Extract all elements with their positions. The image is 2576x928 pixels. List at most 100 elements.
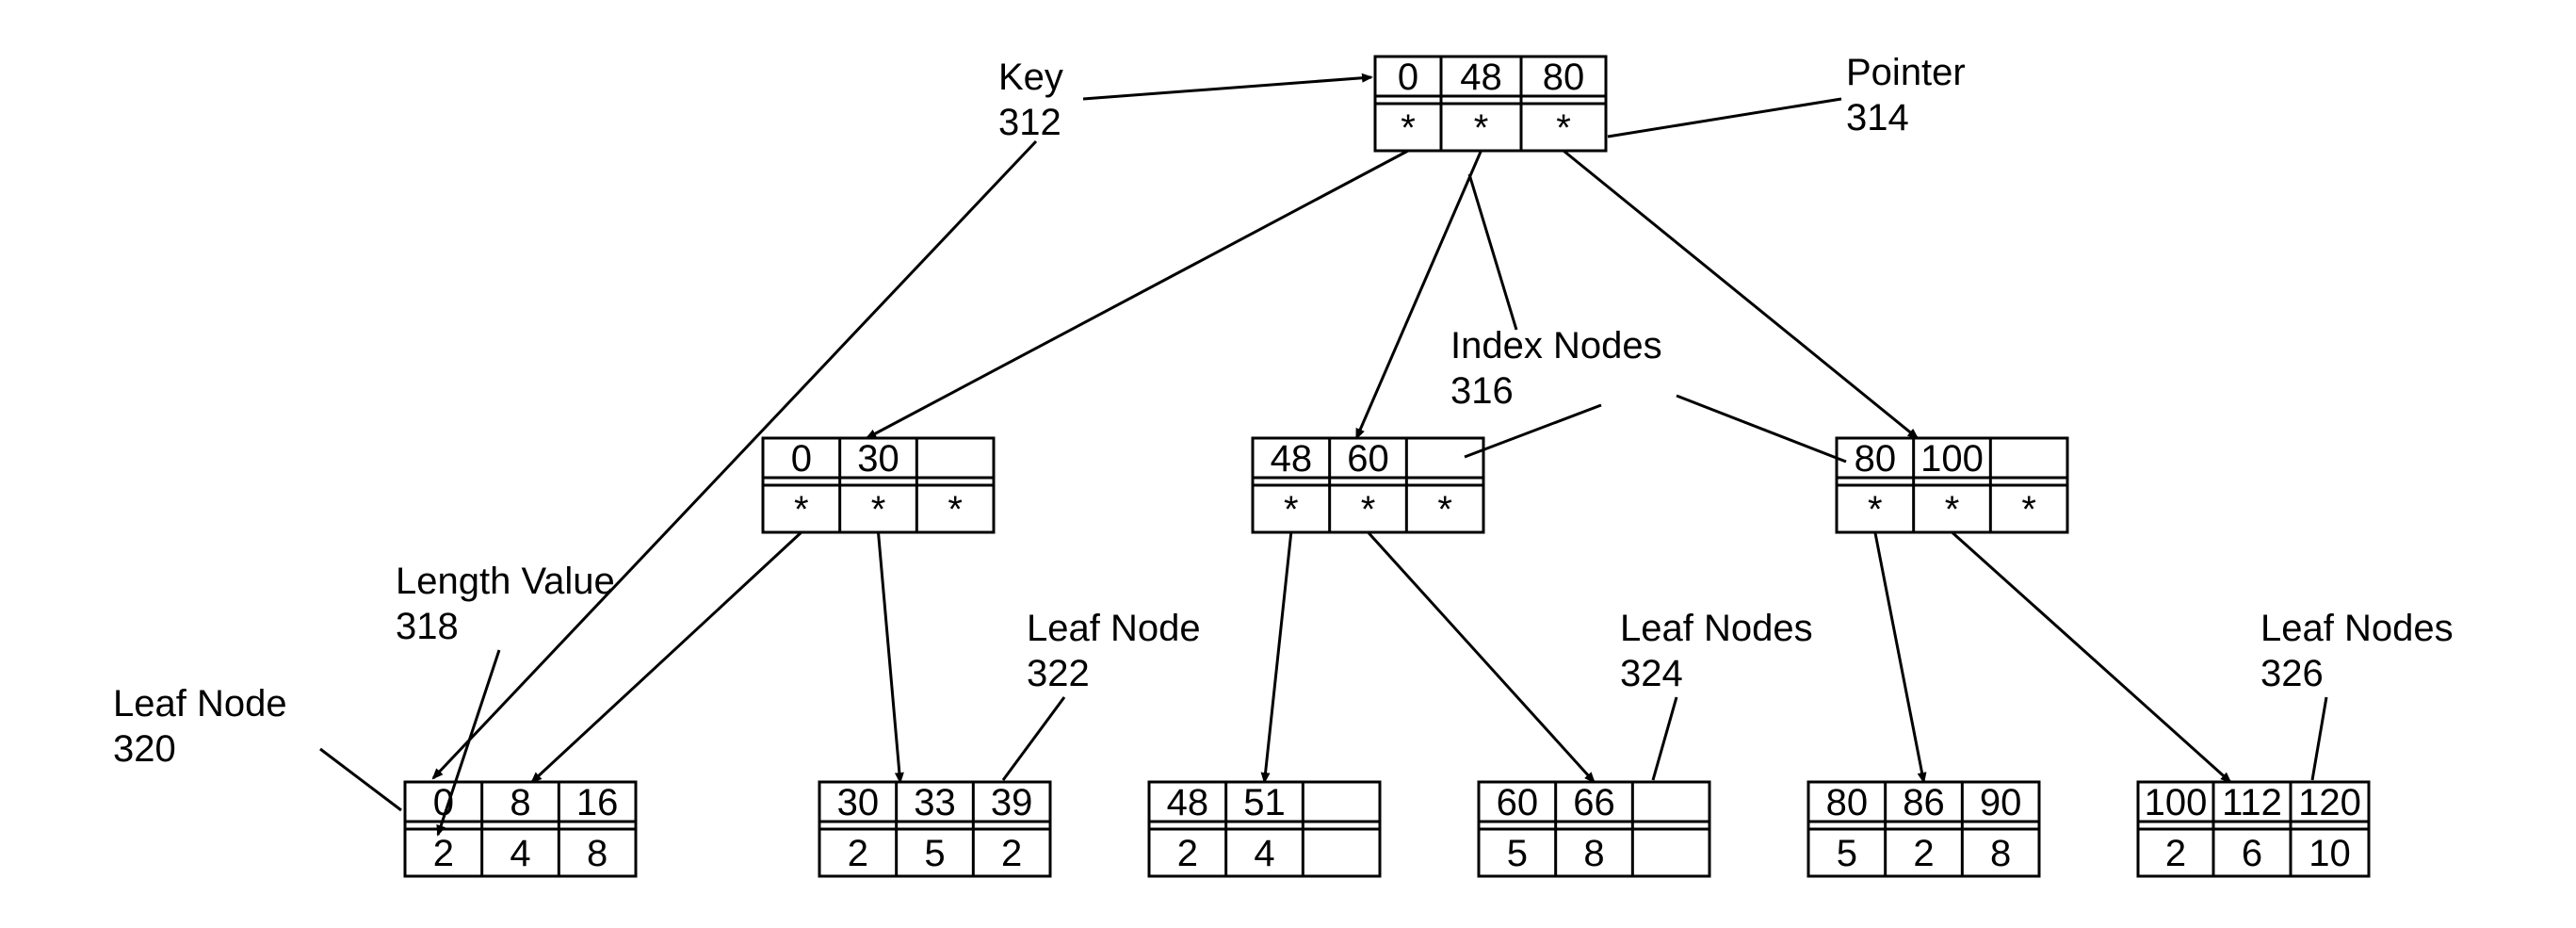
leaf5-val-1: 6: [2242, 833, 2262, 874]
leader-index-idx2: [1677, 396, 1846, 462]
label-pointer-line2: 314: [1846, 97, 1909, 138]
idx2-val-1: *: [1945, 489, 1960, 530]
leader-leaf-322: [1003, 697, 1064, 780]
label-pointer-line1: Pointer: [1846, 52, 1966, 93]
label-index-nodes: Index Nodes316: [1450, 325, 1662, 412]
leader-leaf-324-a: [1653, 697, 1677, 780]
idx0-key-0: 0: [791, 438, 812, 480]
label-length-value-line1: Length Value: [396, 561, 615, 602]
arrow-idx1-leaf2: [1265, 532, 1291, 782]
leader-pointer: [1608, 99, 1841, 137]
label-leaf-326-line1: Leaf Nodes: [2260, 608, 2454, 649]
leaf1-key-1: 33: [914, 782, 956, 823]
idx1-val-1: *: [1361, 489, 1376, 530]
label-leaf-324: Leaf Nodes324: [1620, 608, 1813, 694]
label-leaf-320-line2: 320: [113, 728, 176, 770]
leader-leaf-326: [2312, 697, 2326, 780]
idx1-key-1: 60: [1347, 438, 1389, 480]
idx0-node: 0 * 30 * *: [763, 438, 994, 532]
root-key-1: 48: [1460, 57, 1502, 98]
root-val-0: *: [1401, 107, 1416, 149]
leaf1-val-2: 2: [1001, 833, 1022, 874]
arrow-idx2-leaf4: [1875, 532, 1924, 782]
idx0-val-0: *: [794, 489, 809, 530]
label-leaf-322-line1: Leaf Node: [1027, 608, 1201, 649]
label-leaf-326-line2: 326: [2260, 653, 2324, 694]
idx2-val-0: *: [1868, 489, 1883, 530]
leaf4-val-2: 8: [1990, 833, 2011, 874]
arrow-root-idx0: [867, 151, 1408, 438]
leaf3-val-1: 8: [1583, 833, 1604, 874]
leaf5-key-0: 100: [2145, 782, 2208, 823]
leaf5-key-2: 120: [2298, 782, 2361, 823]
idx2-key-0: 80: [1855, 438, 1897, 480]
leader-leaf-320: [320, 749, 401, 810]
leaf3-val-0: 5: [1507, 833, 1528, 874]
leaf2-node: 48 2 51 4: [1149, 782, 1380, 876]
leaf5-val-2: 10: [2309, 833, 2351, 874]
leader-index-root: [1469, 174, 1516, 330]
label-leaf-322-line2: 322: [1027, 653, 1090, 694]
leaf3-key-1: 66: [1573, 782, 1615, 823]
leaf1-val-1: 5: [924, 833, 945, 874]
label-index-nodes-line2: 316: [1450, 370, 1514, 412]
arrow-idx2-leaf5: [1952, 532, 2231, 782]
idx2-val-2: *: [2021, 489, 2036, 530]
leaf0-val-2: 8: [587, 833, 608, 874]
arrow-root-idx2: [1563, 151, 1918, 438]
leaf0-val-0: 2: [433, 833, 454, 874]
label-length-value-line2: 318: [396, 606, 459, 647]
leaf2-val-1: 4: [1254, 833, 1274, 874]
idx1-val-0: *: [1284, 489, 1299, 530]
label-leaf-320: Leaf Node320: [113, 683, 287, 770]
leaf0-key-2: 16: [576, 782, 619, 823]
leaf5-key-1: 112: [2222, 782, 2282, 823]
label-key: Key312: [998, 57, 1063, 143]
leaf1-node: 30 2 33 5 39 2: [819, 782, 1050, 876]
idx0-val-1: *: [871, 489, 886, 530]
label-key-line2: 312: [998, 102, 1061, 143]
idx2-node: 80 * 100 * *: [1837, 438, 2067, 532]
leaf1-key-0: 30: [837, 782, 880, 823]
leaf4-key-1: 86: [1903, 782, 1945, 823]
leaf4-node: 805862908: [1808, 782, 2039, 876]
idx1-key-0: 48: [1271, 438, 1313, 480]
arrow-idx1-leaf3: [1369, 532, 1595, 782]
label-leaf-322: Leaf Node322: [1027, 608, 1201, 694]
leader-key-root: [1083, 77, 1371, 99]
leaf2-val-0: 2: [1177, 833, 1198, 874]
label-leaf-320-line1: Leaf Node: [113, 683, 287, 724]
root-key-2: 80: [1543, 57, 1585, 98]
label-key-line1: Key: [998, 57, 1063, 98]
leaf4-val-0: 5: [1837, 833, 1857, 874]
idx0-key-1: 30: [857, 438, 899, 480]
label-leaf-324-line2: 324: [1620, 653, 1683, 694]
leaf1-key-2: 39: [991, 782, 1033, 823]
label-index-nodes-line1: Index Nodes: [1450, 325, 1662, 366]
leaf4-key-0: 80: [1826, 782, 1869, 823]
leaf5-val-0: 2: [2165, 833, 2186, 874]
leaf0-val-1: 4: [510, 833, 530, 874]
leaf3-node: 60 5 66 8: [1479, 782, 1709, 876]
root-val-1: *: [1474, 107, 1489, 149]
root-val-2: *: [1556, 107, 1571, 149]
label-leaf-324-line1: Leaf Nodes: [1620, 608, 1813, 649]
leaf3-key-0: 60: [1497, 782, 1539, 823]
leaf5-node: 100 2 112 6 120 10: [2138, 782, 2369, 876]
root-node: 0 * 48 * 80 *: [1375, 57, 1606, 151]
idx0-val-2: *: [948, 489, 963, 530]
idx1-node: 48 * 60 * *: [1253, 438, 1483, 532]
leaf2-key-1: 51: [1243, 782, 1286, 823]
label-length-value: Length Value318: [396, 561, 615, 647]
idx2-key-1: 100: [1920, 438, 1984, 480]
leaf4-val-1: 2: [1913, 833, 1934, 874]
leaf1-val-0: 2: [848, 833, 868, 874]
idx1-val-2: *: [1437, 489, 1452, 530]
leaf0-key-1: 8: [510, 782, 530, 823]
label-leaf-326: Leaf Nodes326: [2260, 608, 2454, 694]
root-key-0: 0: [1398, 57, 1418, 98]
label-pointer: Pointer314: [1846, 52, 1966, 138]
arrow-idx0-leaf1: [879, 532, 900, 782]
leaf2-key-0: 48: [1167, 782, 1209, 823]
leader-index-idx1: [1465, 405, 1601, 457]
